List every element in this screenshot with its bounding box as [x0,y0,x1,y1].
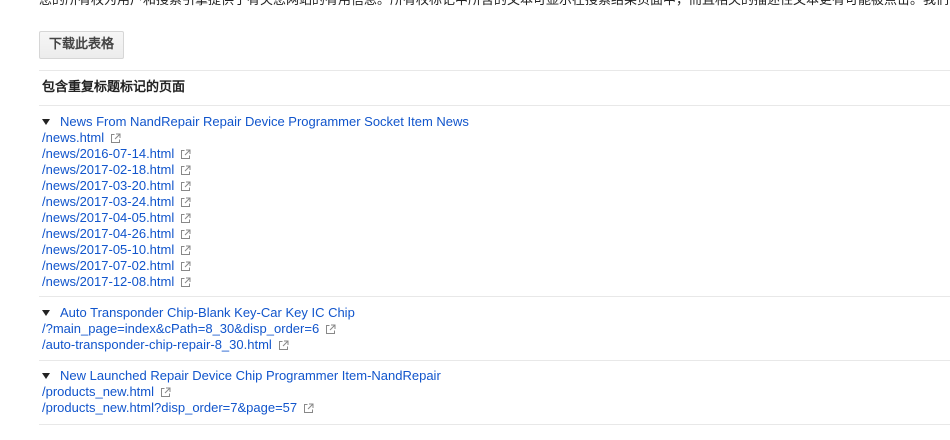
intro-text: 您的所有权为用户和搜索引擎提供了有关您网站的有用信息。所有权标记中所含的文本可显… [39,0,950,8]
page-link-row: /news/2017-05-10.html [42,242,942,258]
page-link[interactable]: /products_new.html?disp_order=7&page=57 [42,400,297,416]
page-link[interactable]: /news/2017-12-08.html [42,274,174,290]
group-title: News From NandRepair Repair Device Progr… [60,114,469,129]
divider [39,105,950,106]
page-link[interactable]: /products_new.html [42,384,154,400]
divider [39,296,950,297]
section-title: 包含重复标题标记的页面 [42,80,186,95]
page-link-row: /news/2017-07-02.html [42,258,942,274]
external-link-icon[interactable] [180,197,191,208]
external-link-icon[interactable] [110,133,121,144]
page: 您的所有权为用户和搜索引擎提供了有关您网站的有用信息。所有权标记中所含的文本可显… [0,0,950,440]
group-header[interactable]: New Launched Repair Device Chip Programm… [42,368,942,384]
external-link-icon[interactable] [180,149,191,160]
duplicate-title-group: New Launched Repair Device Chip Programm… [42,368,942,416]
page-link[interactable]: /news/2017-03-24.html [42,194,174,210]
page-link[interactable]: /?main_page=index&cPath=8_30&disp_order=… [42,321,319,337]
page-link-row: /news/2017-02-18.html [42,162,942,178]
page-link[interactable]: /news/2017-07-02.html [42,258,174,274]
page-link-row: /auto-transponder-chip-repair-8_30.html [42,337,942,353]
page-link[interactable]: /news/2017-03-20.html [42,178,174,194]
page-link-row: /products_new.html?disp_order=7&page=57 [42,400,942,416]
page-link-row: /?main_page=index&cPath=8_30&disp_order=… [42,321,942,337]
page-link[interactable]: /news/2017-02-18.html [42,162,174,178]
collapse-triangle-icon[interactable] [42,119,50,125]
page-link[interactable]: /news/2016-07-14.html [42,146,174,162]
divider [39,70,950,71]
page-link-row: /news/2017-04-26.html [42,226,942,242]
external-link-icon[interactable] [180,165,191,176]
group-title: Auto Transponder Chip-Blank Key-Car Key … [60,305,355,320]
collapse-triangle-icon[interactable] [42,310,50,316]
page-link-row: /news/2017-03-24.html [42,194,942,210]
external-link-icon[interactable] [180,213,191,224]
external-link-icon[interactable] [325,324,336,335]
duplicate-title-group: Auto Transponder Chip-Blank Key-Car Key … [42,305,942,353]
external-link-icon[interactable] [180,181,191,192]
external-link-icon[interactable] [180,229,191,240]
external-link-icon[interactable] [180,277,191,288]
external-link-icon[interactable] [180,261,191,272]
page-link[interactable]: /news/2017-04-26.html [42,226,174,242]
page-link-row: /news/2016-07-14.html [42,146,942,162]
duplicate-title-group: News From NandRepair Repair Device Progr… [42,114,942,290]
page-link-row: /news/2017-12-08.html [42,274,942,290]
page-link[interactable]: /news/2017-05-10.html [42,242,174,258]
page-link-row: /news.html [42,130,942,146]
download-table-button[interactable]: 下载此表格 [39,31,125,59]
page-link[interactable]: /news.html [42,130,104,146]
group-header[interactable]: Auto Transponder Chip-Blank Key-Car Key … [42,305,942,321]
divider [39,360,950,361]
external-link-icon[interactable] [180,245,191,256]
page-link-row: /news/2017-04-05.html [42,210,942,226]
collapse-triangle-icon[interactable] [42,373,50,379]
external-link-icon[interactable] [278,340,289,351]
external-link-icon[interactable] [160,387,171,398]
page-link-row: /news/2017-03-20.html [42,178,942,194]
page-link[interactable]: /auto-transponder-chip-repair-8_30.html [42,337,272,353]
external-link-icon[interactable] [303,403,314,414]
page-link[interactable]: /news/2017-04-05.html [42,210,174,226]
group-title: New Launched Repair Device Chip Programm… [60,368,441,383]
group-header[interactable]: News From NandRepair Repair Device Progr… [42,114,942,130]
divider [39,424,950,425]
page-link-row: /products_new.html [42,384,942,400]
